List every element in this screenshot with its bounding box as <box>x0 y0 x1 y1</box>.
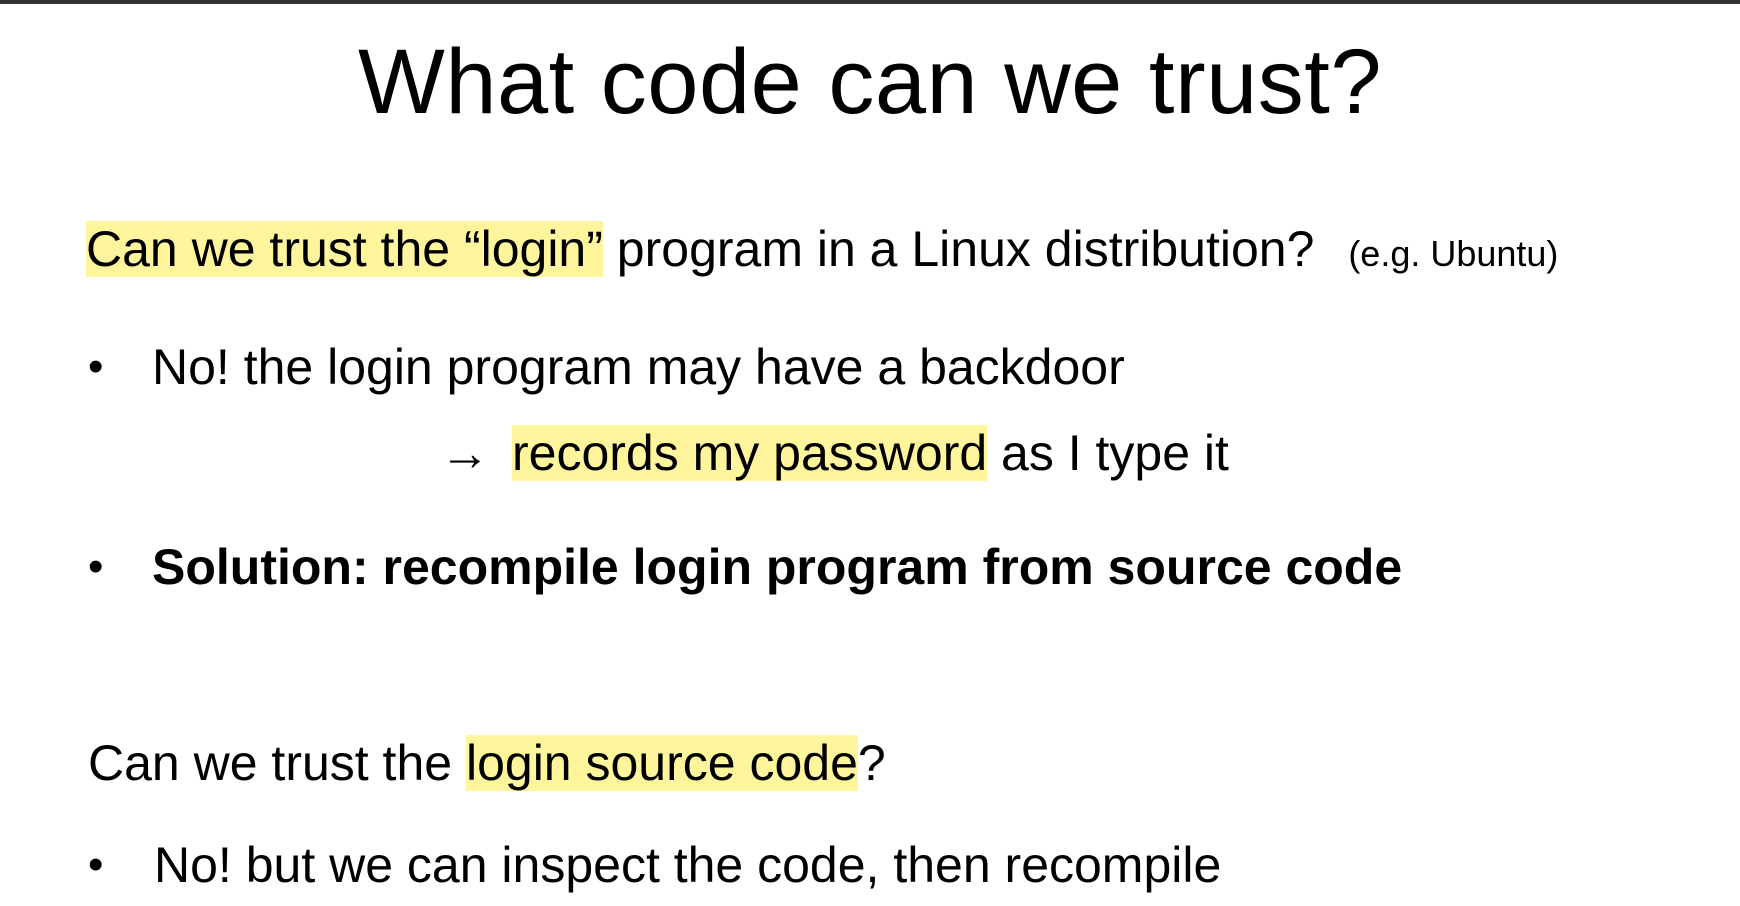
bullet-2-marker: • <box>88 542 104 591</box>
question-1-note: (e.g. Ubuntu) <box>1348 233 1559 274</box>
sub-line-1: → records my password as I type it <box>440 422 1229 484</box>
question-1-rest: program in a Linux distribution? <box>602 221 1315 277</box>
question-2-after: ? <box>857 735 886 791</box>
top-border <box>0 0 1740 4</box>
sub-line-1-highlight: records my password <box>512 425 988 481</box>
question-2-highlight: login source code <box>465 735 858 791</box>
right-arrow-icon: → <box>440 425 490 481</box>
bullet-3-marker: • <box>88 840 104 889</box>
question-1: Can we trust the “login” program in a Li… <box>86 218 1558 285</box>
question-1-highlight: Can we trust the “login” <box>86 221 603 277</box>
bullet-1-marker: • <box>88 342 104 391</box>
bullet-2-text: Solution: recompile login program from s… <box>152 539 1403 595</box>
question-2: Can we trust the login source code? <box>88 732 886 794</box>
bullet-3-text: No! but we can inspect the code, then re… <box>154 837 1222 893</box>
slide: What code can we trust? Can we trust the… <box>0 0 1740 906</box>
slide-title: What code can we trust? <box>358 31 1382 133</box>
question-2-before: Can we trust the <box>88 735 466 791</box>
sub-line-1-rest: as I type it <box>987 425 1229 481</box>
bullet-1-text: No! the login program may have a backdoo… <box>152 339 1125 395</box>
